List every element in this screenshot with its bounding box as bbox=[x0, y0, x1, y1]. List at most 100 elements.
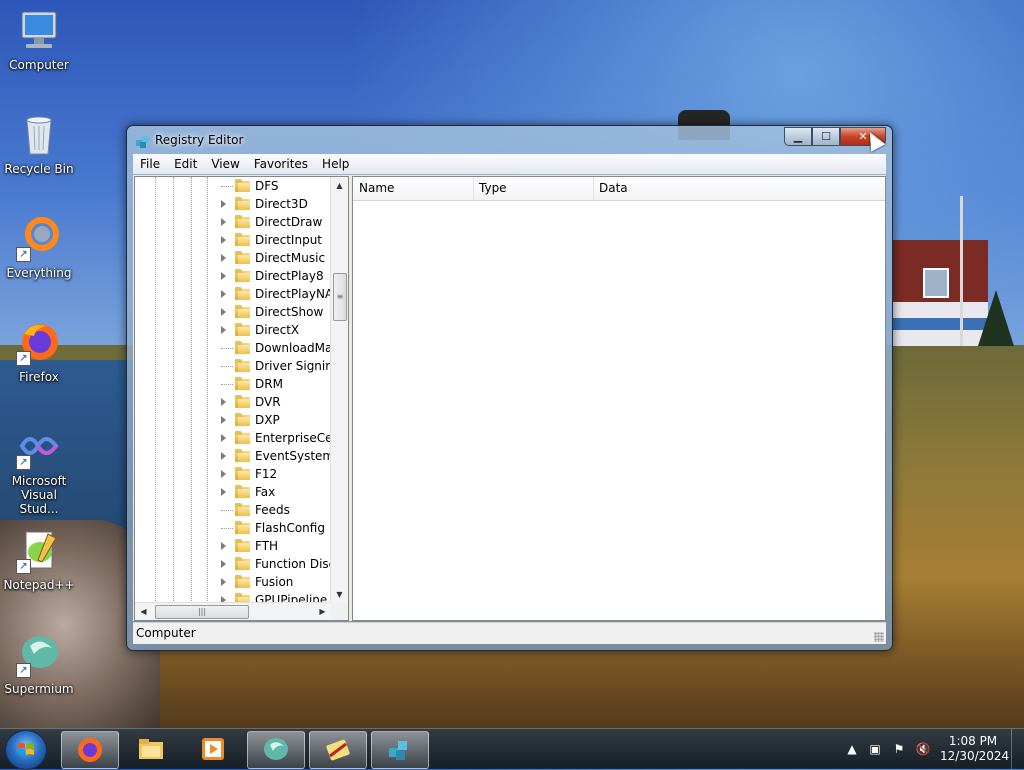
scroll-up-icon[interactable]: ▲ bbox=[331, 177, 348, 194]
menu-edit[interactable]: Edit bbox=[167, 157, 204, 171]
status-path: Computer bbox=[136, 626, 196, 640]
values-list-pane[interactable]: Name Type Data bbox=[352, 176, 886, 621]
desktop-icon-firefox[interactable]: ↗ Firefox bbox=[1, 320, 77, 384]
expand-arrow-icon[interactable] bbox=[221, 254, 226, 262]
scroll-down-icon[interactable]: ▼ bbox=[331, 586, 348, 603]
action-center-flag-icon[interactable]: ⚑ bbox=[891, 741, 907, 757]
tree-item[interactable]: FlashConfig bbox=[135, 519, 331, 537]
tree-item[interactable]: DirectShow bbox=[135, 303, 331, 321]
tree-item[interactable]: EnterpriseCert bbox=[135, 429, 331, 447]
menu-file[interactable]: File bbox=[133, 157, 167, 171]
tree-item-label: DirectMusic bbox=[255, 251, 326, 265]
maximize-icon: ☐ bbox=[821, 130, 831, 143]
tree-item[interactable]: DirectInput bbox=[135, 231, 331, 249]
expand-arrow-icon[interactable] bbox=[221, 200, 226, 208]
tree-item[interactable]: Feeds bbox=[135, 501, 331, 519]
expand-arrow-icon[interactable] bbox=[221, 272, 226, 280]
tree-item[interactable]: DirectPlayNAT bbox=[135, 285, 331, 303]
tree-item[interactable]: Fax bbox=[135, 483, 331, 501]
supermium-taskbar-button[interactable] bbox=[247, 731, 305, 769]
desktop-icon-supermium[interactable]: ↗ Supermium bbox=[1, 632, 77, 696]
expand-arrow-icon[interactable] bbox=[221, 236, 226, 244]
tree-item[interactable]: DirectDraw bbox=[135, 213, 331, 231]
scroll-thumb[interactable]: ≡ bbox=[333, 273, 347, 321]
registry-editor-window[interactable]: Registry Editor ▁ ☐ ✕ File Edit View Fav… bbox=[126, 125, 893, 651]
network-icon[interactable]: ▣ bbox=[867, 741, 883, 757]
tree-item[interactable]: DRM bbox=[135, 375, 331, 393]
tree-item[interactable]: FTH bbox=[135, 537, 331, 555]
desktop-icon-everything[interactable]: ↗ Everything bbox=[1, 216, 77, 280]
folder-icon bbox=[235, 359, 250, 372]
expand-arrow-icon[interactable] bbox=[221, 290, 226, 298]
expand-arrow-icon[interactable] bbox=[221, 398, 226, 406]
tree-item-label: DirectShow bbox=[255, 305, 324, 319]
column-header-data[interactable]: Data bbox=[593, 177, 884, 200]
tree-item[interactable]: F12 bbox=[135, 465, 331, 483]
expand-arrow-icon[interactable] bbox=[221, 488, 226, 496]
expand-arrow-icon[interactable] bbox=[221, 452, 226, 460]
menu-bar: File Edit View Favorites Help bbox=[133, 154, 886, 174]
tree-item[interactable]: DirectX bbox=[135, 321, 331, 339]
tree-item-label: Feeds bbox=[255, 503, 290, 517]
tree-item[interactable]: Driver Signing bbox=[135, 357, 331, 375]
show-hidden-icons-icon[interactable]: ▲ bbox=[844, 741, 860, 757]
app-taskbar-button[interactable] bbox=[309, 731, 367, 769]
volume-muted-icon[interactable]: 🔇 bbox=[915, 741, 931, 757]
system-clock[interactable]: 1:08 PM 12/30/2024 bbox=[940, 734, 1009, 764]
menu-favorites[interactable]: Favorites bbox=[247, 157, 315, 171]
folder-icon bbox=[235, 557, 250, 570]
tree-horizontal-scrollbar[interactable]: ◀ ||| ▶ bbox=[135, 602, 331, 620]
tree-item[interactable]: EventSystem bbox=[135, 447, 331, 465]
tree-item[interactable]: DirectMusic bbox=[135, 249, 331, 267]
title-bar[interactable]: Registry Editor ▁ ☐ ✕ bbox=[127, 126, 892, 154]
minimize-button[interactable]: ▁ bbox=[784, 127, 812, 146]
menu-view[interactable]: View bbox=[204, 157, 246, 171]
tree-item[interactable]: DownloadMan bbox=[135, 339, 331, 357]
maximize-button[interactable]: ☐ bbox=[812, 127, 840, 146]
tree-item-label: FTH bbox=[255, 539, 279, 553]
tree-item[interactable]: DXP bbox=[135, 411, 331, 429]
desktop-icon-label: Notepad++ bbox=[3, 578, 75, 592]
scroll-right-icon[interactable]: ▶ bbox=[314, 603, 331, 620]
expand-arrow-icon[interactable] bbox=[221, 560, 226, 568]
tree-item[interactable]: Function Disco bbox=[135, 555, 331, 573]
column-header-type[interactable]: Type bbox=[473, 177, 594, 200]
firefox-taskbar-button[interactable] bbox=[61, 731, 119, 769]
tree-vertical-scrollbar[interactable]: ▲ ≡ ▼ bbox=[330, 177, 348, 603]
expand-arrow-icon[interactable] bbox=[221, 218, 226, 226]
start-button[interactable] bbox=[5, 730, 47, 770]
menu-help[interactable]: Help bbox=[315, 157, 356, 171]
scroll-left-icon[interactable]: ◀ bbox=[135, 603, 152, 620]
folder-icon bbox=[235, 539, 250, 552]
tree-item-label: DirectPlay8 bbox=[255, 269, 324, 283]
tree-connector bbox=[221, 366, 233, 367]
registry-tree-pane[interactable]: DFS Direct3D DirectDraw DirectInput DirectMu… bbox=[134, 176, 349, 621]
scroll-thumb[interactable]: ||| bbox=[155, 605, 249, 619]
expand-arrow-icon[interactable] bbox=[221, 326, 226, 334]
media-player-taskbar-button[interactable] bbox=[185, 731, 241, 767]
desktop-icon-computer[interactable]: Computer bbox=[1, 8, 77, 72]
expand-arrow-icon[interactable] bbox=[221, 470, 226, 478]
expand-arrow-icon[interactable] bbox=[221, 578, 226, 586]
tree-item[interactable]: DVR bbox=[135, 393, 331, 411]
folder-icon bbox=[235, 197, 250, 210]
expand-arrow-icon[interactable] bbox=[221, 542, 226, 550]
tree-item[interactable]: Direct3D bbox=[135, 195, 331, 213]
tree-item[interactable]: DirectPlay8 bbox=[135, 267, 331, 285]
tree-item[interactable]: Fusion bbox=[135, 573, 331, 591]
desktop-icon-notepadpp[interactable]: ↗ Notepad++ bbox=[1, 528, 77, 592]
regedit-taskbar-button[interactable] bbox=[371, 731, 429, 769]
expand-arrow-icon[interactable] bbox=[221, 308, 226, 316]
column-header-name[interactable]: Name bbox=[353, 177, 474, 200]
expand-arrow-icon[interactable] bbox=[221, 416, 226, 424]
tree-item[interactable]: DFS bbox=[135, 177, 331, 195]
expand-arrow-icon[interactable] bbox=[221, 434, 226, 442]
explorer-taskbar-button[interactable] bbox=[123, 731, 179, 767]
resize-grip-icon[interactable] bbox=[874, 632, 884, 642]
folder-icon bbox=[235, 485, 250, 498]
desktop-icon-recycle-bin[interactable]: Recycle Bin bbox=[1, 112, 77, 176]
desktop-icon-visual-studio[interactable]: ↗ Microsoft Visual Stud... bbox=[1, 424, 77, 516]
show-desktop-button[interactable] bbox=[1011, 729, 1024, 769]
folder-icon bbox=[235, 251, 250, 264]
folder-icon bbox=[235, 431, 250, 444]
